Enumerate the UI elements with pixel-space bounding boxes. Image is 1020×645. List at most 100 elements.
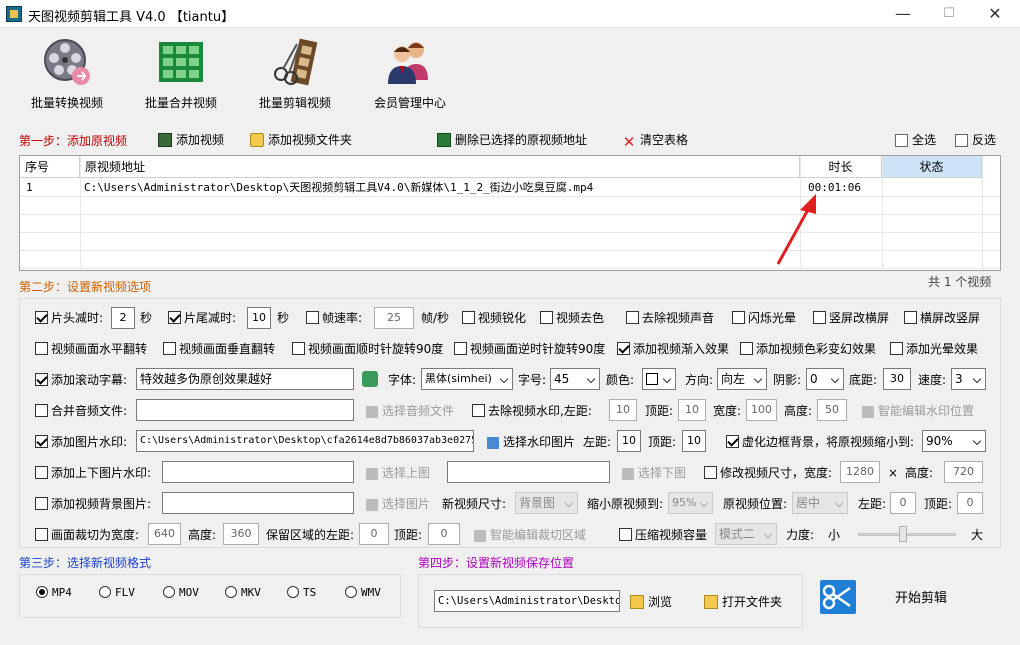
direction-select[interactable]: 向左	[717, 368, 767, 390]
h2v-checkbox[interactable]: 横屏改竖屏	[904, 309, 980, 327]
compress-mode-select[interactable]: 模式二	[715, 523, 777, 545]
smart-watermark-button[interactable]: 智能编辑水印位置	[862, 402, 974, 420]
remove-watermark-checkbox[interactable]: 去除视频水印,左距:	[472, 402, 592, 420]
background-image-checkbox[interactable]: 添加视频背景图片:	[35, 495, 151, 513]
upload-bottom-button[interactable]: 选择下图	[622, 464, 686, 482]
smart-crop-button[interactable]: 智能编辑裁切区域	[474, 526, 586, 544]
toolbar-batch-edit[interactable]: 批量剪辑视频	[250, 36, 340, 116]
strength-slider-thumb[interactable]	[899, 526, 907, 542]
bottom-image-input[interactable]	[447, 461, 610, 483]
column-header-duration[interactable]: 时长	[800, 156, 882, 178]
scroll-text-checkbox[interactable]: 添加滚动字幕:	[35, 371, 127, 389]
img-wm-left-input[interactable]: 10	[617, 430, 641, 452]
clear-table-button[interactable]: ✕ 清空表格	[622, 131, 688, 150]
column-header-path[interactable]: 原视频地址	[80, 156, 800, 178]
delete-selected-button[interactable]: 删除已选择的原视频地址	[437, 131, 587, 148]
format-radio-mkv[interactable]: MKV	[225, 585, 261, 601]
resize-checkbox[interactable]: 修改视频尺寸，宽度:	[704, 464, 832, 482]
toolbar-batch-convert[interactable]: 批量转换视频	[22, 36, 112, 116]
blur-border-checkbox[interactable]: 虚化边框背景，将原视频缩小到:	[726, 433, 914, 451]
rotate-cw-checkbox[interactable]: 视频画面顺时针旋转90度	[292, 340, 443, 358]
top-image-input[interactable]	[162, 461, 354, 483]
save-path-input[interactable]: C:\Users\Administrator\Desktop\	[434, 590, 620, 612]
upload-top-button[interactable]: 选择上图	[366, 464, 430, 482]
vflip-checkbox[interactable]: 视频画面垂直翻转	[163, 340, 275, 358]
wm-left-input[interactable]: 10	[609, 399, 637, 421]
scroll-text-input[interactable]: 特效越多伪原创效果越好	[136, 368, 354, 390]
color-select[interactable]	[642, 368, 676, 390]
maximize-button[interactable]: ☐	[926, 0, 972, 28]
toolbar-member-center[interactable]: 会员管理中心	[365, 36, 455, 116]
watermark-path-input[interactable]: C:\Users\Administrator\Desktop\cfa2614e8…	[136, 430, 474, 452]
image-watermark-checkbox[interactable]: 添加图片水印:	[35, 433, 127, 451]
tail-trim-checkbox[interactable]: 片尾减时:	[168, 309, 236, 327]
glow-checkbox[interactable]: 添加光晕效果	[890, 340, 978, 358]
shrink-select[interactable]: 95%	[668, 492, 713, 514]
strength-slider-track[interactable]	[858, 533, 956, 536]
size-select[interactable]: 45	[550, 368, 600, 390]
bottom-input[interactable]: 30	[883, 368, 911, 390]
crop-checkbox[interactable]: 画面裁切为宽度:	[35, 526, 139, 544]
toolbar-batch-merge[interactable]: 批量合并视频	[136, 36, 226, 116]
scissors-icon[interactable]	[820, 580, 856, 614]
crop-width-input[interactable]: 640	[148, 523, 181, 545]
hflip-checkbox[interactable]: 视频画面水平翻转	[35, 340, 147, 358]
background-image-input[interactable]	[162, 492, 354, 514]
framerate-input[interactable]: 25	[374, 307, 414, 329]
bg-left-input[interactable]: 0	[890, 492, 916, 514]
head-trim-input[interactable]: 2	[111, 307, 135, 329]
decolor-checkbox[interactable]: 视频去色	[540, 309, 604, 327]
flash-checkbox[interactable]: 闪烁光晕	[732, 309, 796, 327]
crop-top-input[interactable]: 0	[428, 523, 460, 545]
minimize-button[interactable]: —	[880, 0, 926, 28]
format-radio-ts[interactable]: TS	[287, 585, 316, 601]
format-radio-mp4[interactable]: MP4	[36, 585, 72, 601]
close-button[interactable]: ✕	[972, 0, 1018, 28]
browse-button[interactable]: 浏览	[630, 593, 672, 611]
wm-top-input[interactable]: 10	[678, 399, 706, 421]
column-header-index[interactable]: 序号	[20, 156, 80, 178]
format-radio-mov[interactable]: MOV	[163, 585, 199, 601]
choose-image-button[interactable]: 选择图片	[366, 495, 430, 513]
format-radio-flv[interactable]: FLV	[99, 585, 135, 601]
column-header-status[interactable]: 状态	[882, 156, 982, 178]
head-trim-checkbox[interactable]: 片头减时:	[35, 309, 103, 327]
audio-path-input[interactable]	[136, 399, 354, 421]
position-select[interactable]: 居中	[792, 492, 848, 514]
video-table[interactable]: 序号 原视频地址 时长 状态 1 C:\Users\Administrator\…	[19, 155, 1001, 271]
v2h-checkbox[interactable]: 竖屏改横屏	[813, 309, 889, 327]
add-folder-button[interactable]: 添加视频文件夹	[250, 131, 352, 148]
add-video-button[interactable]: 添加视频	[158, 131, 224, 148]
choose-watermark-button[interactable]: 选择水印图片	[487, 433, 575, 451]
new-size-select[interactable]: 背景图	[515, 492, 578, 514]
choose-audio-button[interactable]: 选择音频文件	[366, 402, 454, 420]
crop-height-input[interactable]: 360	[223, 523, 259, 545]
wm-width-input[interactable]: 100	[746, 399, 777, 421]
tail-trim-input[interactable]: 10	[247, 307, 271, 329]
wm-height-input[interactable]: 50	[817, 399, 847, 421]
bg-top-input[interactable]: 0	[957, 492, 983, 514]
font-select[interactable]: 黑体(simhei)	[421, 368, 513, 390]
sharpen-checkbox[interactable]: 视频锐化	[462, 309, 526, 327]
speed-select[interactable]: 3	[951, 368, 986, 390]
img-wm-top-input[interactable]: 10	[682, 430, 706, 452]
format-radio-wmv[interactable]: WMV	[345, 585, 381, 601]
invert-select-button[interactable]: 反选	[955, 131, 996, 148]
select-all-button[interactable]: 全选	[895, 131, 936, 148]
framerate-checkbox[interactable]: 帧速率:	[306, 309, 362, 327]
resize-width-input[interactable]: 1280	[840, 461, 880, 483]
top-bottom-image-checkbox[interactable]: 添加上下图片水印:	[35, 464, 151, 482]
resize-height-input[interactable]: 720	[944, 461, 983, 483]
fade-in-checkbox[interactable]: 添加视频渐入效果	[617, 340, 729, 358]
crop-left-input[interactable]: 0	[359, 523, 389, 545]
blur-scale-select[interactable]: 90%	[922, 430, 986, 452]
color-fx-checkbox[interactable]: 添加视频色彩变幻效果	[740, 340, 876, 358]
open-folder-button[interactable]: 打开文件夹	[704, 593, 782, 611]
compress-checkbox[interactable]: 压缩视频容量	[619, 526, 707, 544]
shadow-select[interactable]: 0	[806, 368, 844, 390]
start-edit-button[interactable]: 开始剪辑	[895, 590, 947, 608]
merge-audio-checkbox[interactable]: 合并音频文件:	[35, 402, 127, 420]
rotate-ccw-checkbox[interactable]: 视频画面逆时针旋转90度	[454, 340, 605, 358]
refresh-icon[interactable]	[362, 371, 378, 387]
remove-audio-checkbox[interactable]: 去除视频声音	[626, 309, 714, 327]
